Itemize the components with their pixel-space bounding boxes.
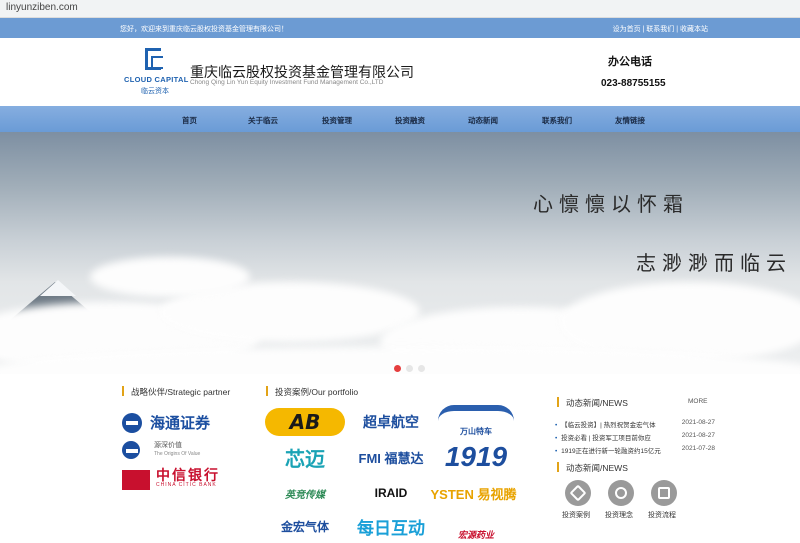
site-header: CLOUD CAPITAL 临云资本 重庆临云股权投资基金管理有限公司 Chon… xyxy=(0,38,800,106)
haitong-icon xyxy=(122,412,142,433)
top-links[interactable]: 设为首页 | 联系我们 | 收藏本站 xyxy=(613,24,708,34)
portfolio-title: 投资案例/Our portfolio xyxy=(265,386,359,397)
top-bar: 您好，欢迎来到重庆临云股权投资基金管理有限公司！ 设为首页 | 联系我们 | 收… xyxy=(0,18,800,38)
partner-yuanshen[interactable]: 源深价值 The Origins Of Value xyxy=(122,441,200,459)
yuanshen-icon xyxy=(122,441,140,459)
partners-title: 战略伙伴/Strategic partner xyxy=(121,386,231,397)
hero-banner[interactable]: 心懔懔以怀霜 志渺渺而临云 xyxy=(0,132,800,374)
partner-label: 源深价值 xyxy=(154,442,182,449)
slogan-line-2: 志渺渺而临云 xyxy=(636,251,792,275)
browser-url-bar[interactable]: linyunziben.com xyxy=(0,0,800,18)
logo-mark-icon xyxy=(145,48,163,70)
portfolio-yingjing[interactable]: 英竞传媒 xyxy=(265,478,345,508)
slider-dot[interactable] xyxy=(418,365,425,372)
partner-label: 中信银行 xyxy=(156,467,220,483)
nav-links[interactable]: 友情链接 xyxy=(615,115,645,126)
news-item[interactable]: 投资必看 | 投资军工项目前你应 2021-08-27 xyxy=(555,432,715,442)
news-title: 动态新闻/NEWS xyxy=(557,397,628,408)
case-label[interactable]: 投资案例 xyxy=(562,510,590,520)
portfolio-jinhong[interactable]: 金宏气体 xyxy=(265,511,345,541)
portfolio-hongyuan[interactable]: 宏源药业 xyxy=(438,511,514,541)
citic-text: 中信银行 CHINA CITIC BANK xyxy=(156,467,220,490)
portfolio-chaozhuo[interactable]: 超卓航空 xyxy=(350,408,432,436)
slogan-line-1: 心懔懔以怀霜 xyxy=(533,192,689,216)
portfolio-meirihudong[interactable]: 每日互动 xyxy=(350,511,432,541)
book-icon xyxy=(658,487,670,499)
partner-sub: The Origins Of Value xyxy=(154,451,201,457)
partner-citic[interactable]: 中信银行 CHINA CITIC BANK xyxy=(122,467,220,490)
case-button[interactable] xyxy=(565,480,591,506)
company-name-en: Chong Qing Lin Yun Equity Investment Fun… xyxy=(190,79,384,86)
nav-contact[interactable]: 联系我们 xyxy=(542,115,572,126)
news-item-date: 2021-08-27 xyxy=(681,419,715,426)
philosophy-button[interactable] xyxy=(608,480,634,506)
phone-number: 023-88755155 xyxy=(601,78,666,89)
philosophy-label[interactable]: 投资理念 xyxy=(605,510,633,520)
partner-haitong[interactable]: 海通证券 xyxy=(122,412,210,433)
welcome-text: 您好，欢迎来到重庆临云股权投资基金管理有限公司！ xyxy=(120,26,288,33)
logo-cn: 临云资本 xyxy=(141,88,169,95)
slider-dots xyxy=(394,359,430,377)
portfolio-1919[interactable]: 1919 xyxy=(438,441,514,473)
portfolio-ysten[interactable]: YSTEN 易视腾 xyxy=(431,478,517,508)
portfolio-wanshan[interactable]: 万山特车 xyxy=(438,405,514,437)
logo-en: CLOUD CAPITAL xyxy=(124,75,189,84)
cloud xyxy=(90,257,250,297)
nav-home[interactable]: 首页 xyxy=(182,115,197,126)
nav-about[interactable]: 关于临云 xyxy=(248,115,278,126)
slider-dot[interactable] xyxy=(406,365,413,372)
portfolio-xinmai[interactable]: 芯迈 xyxy=(265,441,345,473)
portfolio-iraid[interactable]: IRAID xyxy=(350,478,432,508)
phone-title: 办公电话 xyxy=(608,56,652,68)
nav-financing[interactable]: 投资融资 xyxy=(395,115,425,126)
main-nav: 首页 关于临云 投资管理 投资融资 动态新闻 联系我们 友情链接 xyxy=(0,106,800,132)
news-item-title[interactable]: 【临云投资】| 热烈祝贺金宏气体 xyxy=(561,422,656,429)
nav-news[interactable]: 动态新闻 xyxy=(468,115,498,126)
news-item[interactable]: 【临云投资】| 热烈祝贺金宏气体 2021-08-27 xyxy=(555,419,715,429)
handshake-icon xyxy=(569,484,587,502)
news-title-2: 动态新闻/NEWS xyxy=(557,462,628,473)
process-button[interactable] xyxy=(651,480,677,506)
news-item-title[interactable]: 投资必看 | 投资军工项目前你应 xyxy=(561,435,651,442)
yuanshen-text: 源深价值 The Origins Of Value xyxy=(154,441,200,459)
news-more-link[interactable]: MORE xyxy=(688,398,708,405)
logo[interactable]: CLOUD CAPITAL 临云资本 xyxy=(124,48,188,96)
partner-label: 海通证券 xyxy=(150,414,211,432)
url-text[interactable]: linyunziben.com xyxy=(6,2,78,13)
news-item[interactable]: 1919正在进行新一轮融资约15亿元 2021-07-28 xyxy=(555,445,715,455)
news-item-date: 2021-07-28 xyxy=(681,445,715,452)
globe-icon xyxy=(615,487,627,499)
process-label[interactable]: 投资流程 xyxy=(648,510,676,520)
news-item-title[interactable]: 1919正在进行新一轮融资约15亿元 xyxy=(561,448,661,455)
slider-dot[interactable] xyxy=(394,365,401,372)
snow-cap xyxy=(40,280,76,296)
portfolio-fuhuida[interactable]: FMI 福慧达 xyxy=(350,441,432,473)
partner-sub: CHINA CITIC BANK xyxy=(156,482,217,488)
citic-icon xyxy=(122,470,150,490)
nav-investment-management[interactable]: 投资管理 xyxy=(322,115,352,126)
portfolio-ab[interactable]: AB xyxy=(265,408,345,436)
news-item-date: 2021-08-27 xyxy=(681,432,715,439)
